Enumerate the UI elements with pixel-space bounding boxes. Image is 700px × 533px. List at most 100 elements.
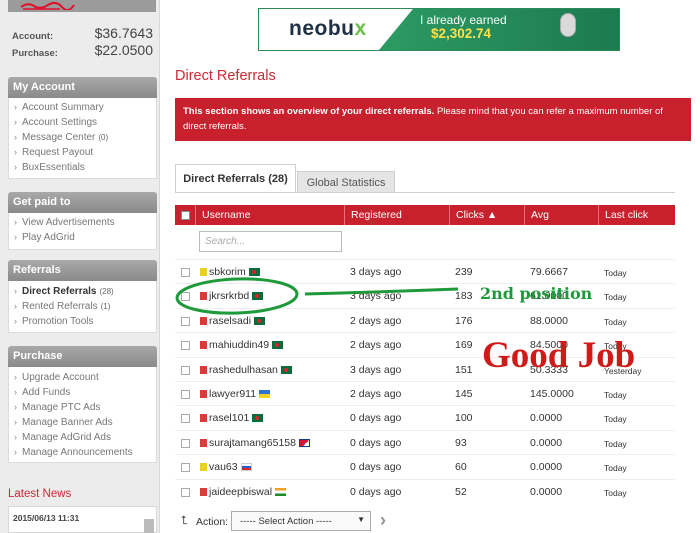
- column-registered[interactable]: Registered: [344, 205, 449, 225]
- tab-global-statistics[interactable]: Global Statistics: [297, 171, 395, 192]
- column-avg[interactable]: Avg: [524, 205, 598, 225]
- select-all-checkbox[interactable]: [181, 211, 190, 220]
- row-checkbox[interactable]: [181, 292, 190, 302]
- info-alert: This section shows an overview of your d…: [175, 98, 691, 141]
- news-scrollbar[interactable]: [144, 519, 154, 533]
- balance-account-value: $36.7643: [94, 25, 153, 41]
- balance-header: [8, 0, 156, 12]
- panel-referrals: › Direct Referrals (28) › Rented Referrals(…: [8, 281, 157, 333]
- row-username[interactable]: rashedulhasan: [209, 364, 292, 376]
- panel-my-account-title: My Account: [8, 77, 157, 98]
- row-checkbox[interactable]: [181, 487, 190, 497]
- table-row[interactable]: jkrsrkrbd 3 days ago 183 61.0000 Today: [175, 283, 675, 307]
- country-flag-icon: [275, 487, 287, 496]
- chevron-right-icon: ›: [14, 102, 17, 112]
- panel-purchase: › Upgrade Account › Add Funds › Manage PTC …: [8, 367, 157, 463]
- sidebar-item-view-advertisements[interactable]: › View Advertisements: [9, 215, 156, 230]
- row-checkbox[interactable]: [181, 341, 190, 351]
- table-row[interactable]: sbkorim 3 days ago 239 79.6667 Today: [175, 259, 675, 283]
- sidebar-item-account-settings[interactable]: › Account Settings: [9, 115, 156, 130]
- row-checkbox[interactable]: [181, 268, 190, 277]
- alert-bold-text: This section shows an overview of your d…: [183, 106, 435, 117]
- row-username[interactable]: sbkorim: [209, 266, 260, 278]
- banner-earned-amount: $2,302.74: [431, 26, 492, 41]
- row-username[interactable]: jaideepbiswal: [209, 486, 287, 498]
- column-last-click[interactable]: Last click: [598, 205, 675, 225]
- bulk-action-bar: ⮤ Action: ----- Select Action ----- ▼ ››: [175, 510, 675, 533]
- sidebar-item-manage-ptc-ads[interactable]: › Manage PTC Ads: [9, 400, 156, 415]
- sidebar-item-promotion-tools[interactable]: › Promotion Tools: [9, 314, 156, 329]
- column-username[interactable]: Username: [195, 205, 344, 225]
- sidebar-item-manage-announcements[interactable]: › Manage Announcements: [9, 445, 156, 460]
- sidebar-item-request-payout[interactable]: › Request Payout: [9, 145, 156, 160]
- country-flag-icon: [280, 365, 292, 374]
- row-username[interactable]: lawyer911: [209, 388, 271, 400]
- row-registered: 2 days ago: [350, 339, 402, 352]
- membership-icon: [200, 365, 207, 374]
- balance-purchase: Purchase: $22.0500: [12, 42, 155, 60]
- table-row[interactable]: raselsadi 2 days ago 176 88.0000 Today: [175, 307, 675, 332]
- panel-referrals-title: Referrals: [8, 260, 157, 281]
- chevron-right-icon: ›: [14, 232, 17, 242]
- row-username[interactable]: rasel101: [209, 412, 264, 424]
- row-checkbox[interactable]: [181, 316, 190, 326]
- panel-get-paid-title: Get paid to: [8, 192, 157, 213]
- table-row[interactable]: rasel101 0 days ago 100 0.0000 Today: [175, 405, 675, 429]
- table-row[interactable]: lawyer911 2 days ago 145 145.0000 Today: [175, 381, 675, 405]
- sidebar-item-add-funds[interactable]: › Add Funds: [9, 385, 156, 400]
- row-clicks: 93: [455, 436, 467, 449]
- row-username[interactable]: jkrsrkrbd: [209, 290, 264, 302]
- table-row[interactable]: jaideepbiswal 0 days ago 52 0.0000 Today: [175, 478, 675, 503]
- sidebar-item-play-adgrid[interactable]: › Play AdGrid: [9, 230, 156, 245]
- balance-purchase-label: Purchase:: [12, 48, 58, 59]
- search-input[interactable]: [199, 231, 342, 252]
- chevron-right-icon: ›: [14, 162, 17, 172]
- row-avg: 0.0000: [530, 485, 563, 498]
- chevron-right-icon: ›: [14, 387, 17, 397]
- row-avg: 88.0000: [530, 314, 568, 327]
- country-flag-icon: [252, 292, 264, 301]
- sidebar-item-message-center[interactable]: › Message Center (0): [9, 130, 156, 145]
- sidebar-item-buxessentials[interactable]: › BuxEssentials: [9, 160, 156, 175]
- table-row[interactable]: vau63 0 days ago 60 0.0000 Today: [175, 454, 675, 478]
- chevron-right-icon: ›: [14, 402, 17, 412]
- row-username[interactable]: surajtamang65158: [209, 437, 310, 449]
- balance-account-label: Account:: [12, 31, 54, 42]
- row-username[interactable]: raselsadi: [209, 315, 266, 327]
- balance-account: Account: $36.7643: [12, 25, 155, 43]
- corner-arrow-icon: ⮤: [181, 513, 189, 527]
- table-row[interactable]: surajtamang65158 0 days ago 93 0.0000 Today: [175, 429, 675, 454]
- row-checkbox[interactable]: [181, 365, 190, 375]
- column-clicks[interactable]: Clicks ▲: [449, 205, 524, 225]
- sidebar-item-direct-referrals[interactable]: › Direct Referrals (28): [9, 284, 156, 299]
- row-username[interactable]: vau63: [209, 461, 252, 473]
- tab-direct-referrals[interactable]: Direct Referrals (28): [175, 164, 296, 192]
- banner-logo: neobux: [289, 17, 367, 40]
- chevron-right-icon: ›: [14, 447, 17, 457]
- sidebar-item-manage-adgrid-ads[interactable]: › Manage AdGrid Ads: [9, 430, 156, 445]
- row-clicks: 100: [455, 412, 473, 425]
- row-registered: 3 days ago: [350, 266, 402, 278]
- page-title: Direct Referrals: [175, 68, 276, 84]
- membership-icon: [200, 341, 207, 350]
- action-label: Action:: [196, 516, 229, 528]
- action-select[interactable]: ----- Select Action ----- ▼: [231, 511, 371, 531]
- row-checkbox[interactable]: [181, 414, 190, 424]
- sidebar-item-account-summary[interactable]: › Account Summary: [9, 100, 156, 115]
- row-clicks: 239: [455, 266, 473, 278]
- row-last-click: Today: [604, 268, 627, 278]
- sidebar-item-upgrade-account[interactable]: › Upgrade Account: [9, 370, 156, 385]
- row-registered: 2 days ago: [350, 388, 402, 400]
- membership-icon: [200, 463, 207, 472]
- row-checkbox[interactable]: [181, 463, 190, 473]
- redacted-scribble: [20, 1, 75, 10]
- banner-earned-text: I already earned: [420, 13, 507, 27]
- membership-icon: [200, 268, 207, 276]
- sidebar-item-rented-referrals[interactable]: › Rented Referrals (1): [9, 299, 156, 314]
- sidebar-item-manage-banner-ads[interactable]: › Manage Banner Ads: [9, 415, 156, 430]
- row-checkbox[interactable]: [181, 390, 190, 399]
- row-username[interactable]: mahiuddin49: [209, 339, 284, 351]
- row-checkbox[interactable]: [181, 438, 190, 448]
- membership-icon: [200, 316, 207, 325]
- country-flag-icon: [272, 341, 284, 350]
